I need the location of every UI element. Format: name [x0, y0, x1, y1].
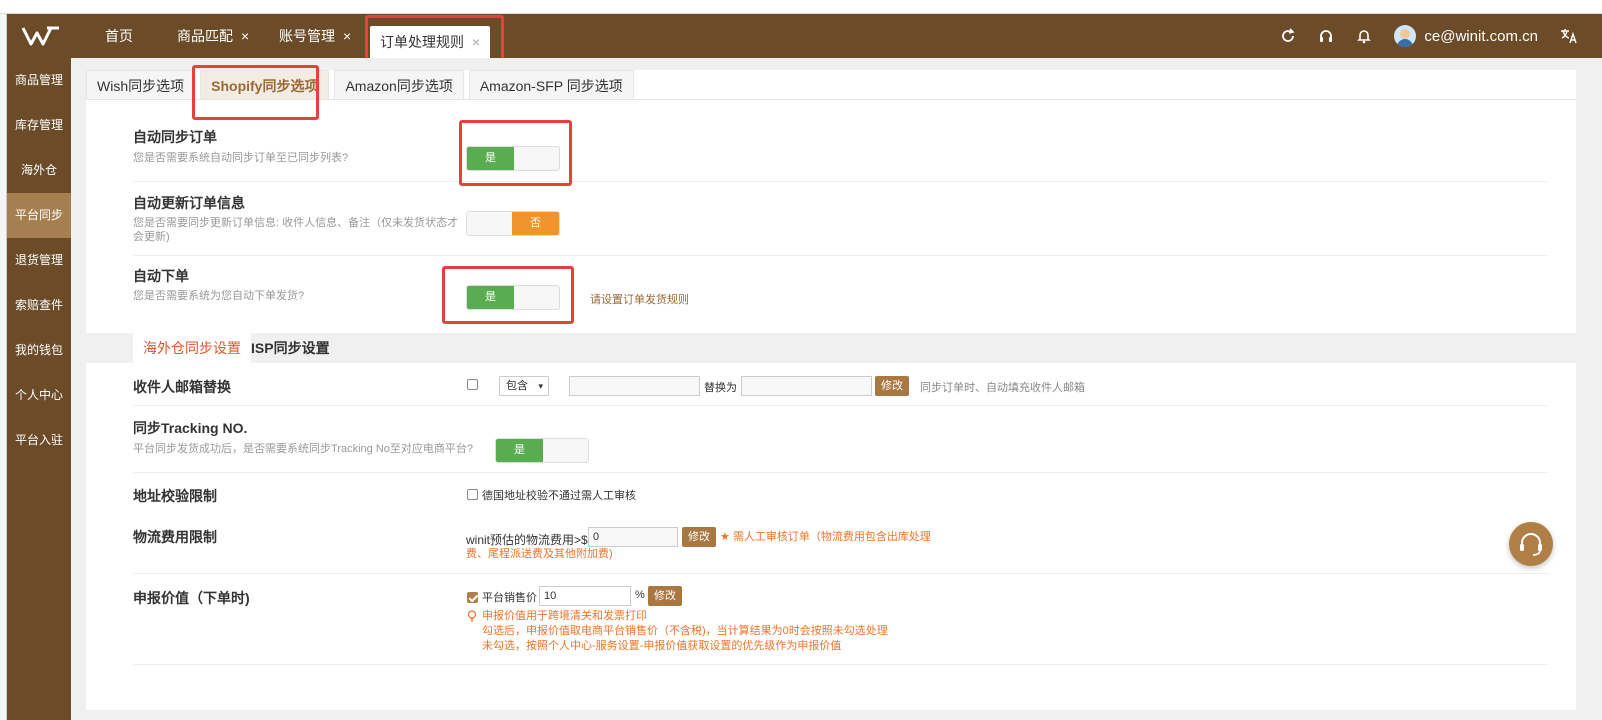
sidebar-item-inventory[interactable]: 库存管理 — [7, 103, 71, 148]
declare-title: 申报价值（下单时) — [133, 590, 250, 606]
tab-isp-sync[interactable]: ISP同步设置 — [241, 333, 340, 363]
main-content: Wish同步选项 Shopify同步选项 Amazon同步选项 Amazon-S… — [71, 58, 1602, 720]
divider — [133, 405, 1548, 406]
user-email: ce@winit.com.cn — [1424, 27, 1538, 45]
auto-update-toggle[interactable]: 否 — [466, 211, 560, 236]
user-menu[interactable]: ce@winit.com.cn — [1394, 25, 1538, 47]
subtab-wish[interactable]: Wish同步选项 — [86, 70, 196, 100]
support-button[interactable] — [1509, 522, 1553, 566]
tab-order-rules-label: 订单处理规则 — [380, 34, 464, 50]
logistics-warn-line1: 需人工审核订单（物流费用包含出库处理 — [732, 531, 931, 543]
bell-icon[interactable] — [1356, 28, 1372, 44]
address-checkbox-label: 德国地址校验不通过需人工审核 — [482, 490, 636, 502]
tracking-toggle-on: 是 — [496, 439, 543, 462]
tab-account-management-label: 账号管理 — [279, 28, 335, 44]
auto-place-desc: 您是否需要系统为您自动下单发货? — [133, 290, 305, 302]
logistics-modify-button[interactable]: 修改 — [682, 527, 716, 547]
email-replace-checkbox[interactable] — [467, 379, 478, 390]
tab-home-label: 首页 — [105, 28, 133, 44]
sidebar-item-onboarding[interactable]: 平台入驻 — [7, 418, 71, 463]
close-icon[interactable]: × — [343, 28, 351, 44]
auto-place-title: 自动下单 — [133, 268, 189, 284]
auto-sync-desc: 您是否需要系统自动同步订单至已同步列表? — [133, 152, 349, 164]
divider — [133, 255, 1548, 256]
browser-strip — [0, 0, 1602, 14]
tab-home[interactable]: 首页 — [95, 14, 143, 58]
chevron-down-icon: ▾ — [538, 381, 543, 391]
settings-card: Wish同步选项 Shopify同步选项 Amazon同步选项 Amazon-S… — [86, 70, 1576, 710]
email-modify-button[interactable]: 修改 — [875, 376, 909, 396]
declare-note-2: 勾选后，申报价值取电商平台销售价（不含税)，当计算结果为0时会按照未勾选处理 — [482, 625, 888, 637]
auto-place-toggle[interactable]: 是 — [466, 285, 560, 310]
subtab-amazon[interactable]: Amazon同步选项 — [334, 70, 464, 100]
declare-checkbox[interactable] — [467, 592, 478, 603]
auto-update-title: 自动更新订单信息 — [133, 195, 245, 211]
winit-logo-icon — [21, 26, 59, 46]
left-edge — [0, 14, 7, 720]
tab-order-rules[interactable]: 订单处理规则 × — [370, 26, 491, 58]
sidebar-item-returns[interactable]: 退货管理 — [7, 238, 71, 283]
lightbulb-icon — [467, 610, 477, 622]
shipping-rules-link[interactable]: 请设置订单发货规则 — [590, 291, 689, 307]
address-checkbox[interactable] — [467, 489, 478, 500]
sidebar-item-products[interactable]: 商品管理 — [7, 58, 71, 103]
email-replace-note: 同步订单时、自动填充收件人邮箱 — [920, 382, 1085, 394]
email-replace-input[interactable] — [741, 376, 872, 396]
star-icon: ★ — [720, 531, 730, 543]
avatar — [1394, 25, 1417, 47]
match-type-select[interactable]: 包含 ▾ — [499, 376, 549, 396]
top-icons: ce@winit.com.cn — [1280, 14, 1578, 58]
logistics-fee-input[interactable]: 0 — [588, 527, 678, 547]
translate-icon[interactable] — [1560, 28, 1578, 44]
sidebar: 商品管理 库存管理 海外仓 平台同步 退货管理 索赔查件 我的钱包 个人中心 平… — [7, 58, 71, 720]
logistics-warn-line2: 费、尾程派送费及其他附加费) — [466, 548, 613, 560]
replace-with-label: 替换为 — [704, 382, 737, 394]
sidebar-item-platform-sync[interactable]: 平台同步 — [7, 193, 71, 238]
close-icon[interactable]: × — [472, 34, 480, 50]
email-match-input[interactable] — [569, 376, 700, 396]
auto-place-toggle-on: 是 — [467, 286, 514, 309]
refresh-icon[interactable] — [1280, 28, 1296, 44]
tracking-title: 同步Tracking NO. — [133, 420, 248, 436]
tracking-toggle[interactable]: 是 — [495, 438, 589, 463]
auto-update-desc: 您是否需要同步更新订单信息: 收件人信息、备注（仅未发货状态才会更新) — [133, 217, 459, 243]
logistics-title: 物流费用限制 — [133, 529, 217, 545]
headset-icon[interactable] — [1318, 28, 1334, 44]
auto-update-toggle-off: 否 — [512, 212, 559, 235]
divider — [133, 573, 1548, 574]
subtab-shopify[interactable]: Shopify同步选项 — [200, 70, 330, 100]
tab-product-match[interactable]: 商品匹配 × — [167, 14, 259, 58]
sidebar-item-overseas-warehouse[interactable]: 海外仓 — [7, 148, 71, 193]
divider — [133, 472, 1548, 473]
divider — [133, 181, 1548, 182]
tracking-desc: 平台同步发货成功后，是否需要系统同步Tracking No至对应电商平台? — [133, 443, 474, 455]
auto-sync-title: 自动同步订单 — [133, 129, 217, 145]
top-bar: 首页 商品匹配 × 账号管理 × 订单处理规则 × ce@winit.com.cn — [7, 14, 1602, 58]
declare-note-3: 未勾选，按照个人中心-服务设置-申报价值获取设置的优先级作为申报价值 — [482, 640, 842, 652]
platform-subtabs: Wish同步选项 Shopify同步选项 Amazon同步选项 Amazon-S… — [86, 70, 1576, 100]
customer-service-icon — [1520, 533, 1542, 556]
email-replace-title: 收件人邮箱替换 — [133, 379, 231, 395]
logistics-warning: ★ 需人工审核订单（物流费用包含出库处理 — [720, 530, 931, 545]
match-type-value: 包含 — [506, 380, 528, 392]
close-icon[interactable]: × — [241, 28, 249, 44]
percent-unit: % — [635, 589, 645, 601]
logistics-prefix: winit预估的物流费用>$ — [466, 533, 588, 547]
sidebar-item-wallet[interactable]: 我的钱包 — [7, 328, 71, 373]
declare-note-1: 申报价值用于跨境清关和发票打印 — [482, 610, 647, 622]
divider — [133, 664, 1548, 665]
tab-overseas-sync[interactable]: 海外仓同步设置 — [133, 333, 251, 363]
auto-sync-toggle[interactable]: 是 — [466, 146, 560, 171]
auto-sync-toggle-on: 是 — [467, 147, 514, 170]
sync-settings-tabs: 海外仓同步设置 ISP同步设置 — [86, 333, 1576, 363]
declare-percent-input[interactable]: 10 — [539, 586, 631, 606]
sidebar-item-profile[interactable]: 个人中心 — [7, 373, 71, 418]
declare-modify-button[interactable]: 修改 — [648, 586, 682, 606]
sidebar-item-claims[interactable]: 索赔查件 — [7, 283, 71, 328]
tab-account-management[interactable]: 账号管理 × — [269, 14, 361, 58]
tab-product-match-label: 商品匹配 — [177, 28, 233, 44]
subtab-amazon-sfp[interactable]: Amazon-SFP 同步选项 — [468, 70, 634, 100]
address-title: 地址校验限制 — [133, 488, 217, 504]
declare-checkbox-label: 平台销售价 — [482, 592, 537, 604]
